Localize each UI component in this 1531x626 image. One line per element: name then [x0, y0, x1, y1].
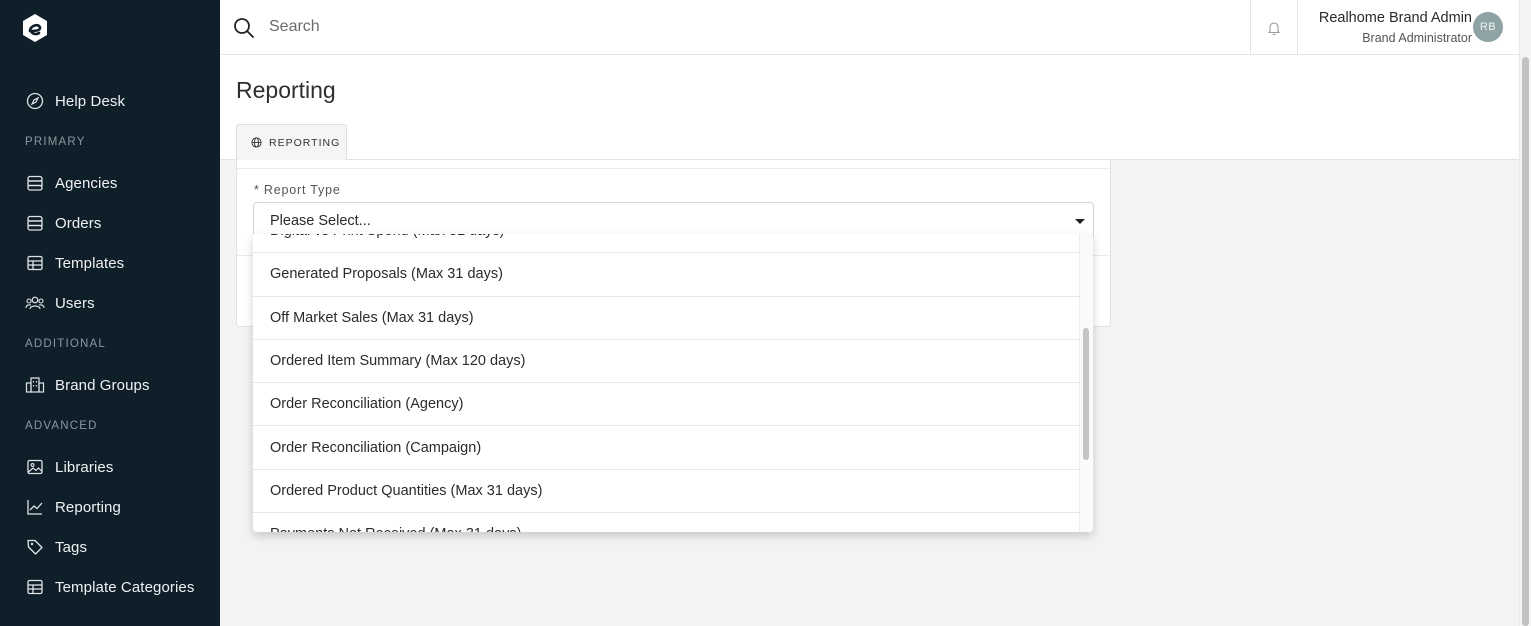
- user-name: Realhome Brand Admin: [1318, 10, 1472, 26]
- notifications-button[interactable]: [1250, 0, 1298, 55]
- sidebar-item-templates[interactable]: Templates: [0, 243, 220, 283]
- caret-down-icon: [1075, 219, 1085, 224]
- sidebar-item-label: Templates: [55, 254, 125, 272]
- sidebar-item-brand-groups[interactable]: Brand Groups: [0, 365, 220, 405]
- dropdown-option[interactable]: Ordered Item Summary (Max 120 days): [253, 340, 1079, 384]
- dropdown-option[interactable]: Ordered Product Quantities (Max 31 days): [253, 470, 1079, 514]
- divider: [237, 168, 1110, 169]
- tab-label: REPORTING: [269, 136, 341, 149]
- sidebar-item-label: Template Categories: [55, 578, 195, 596]
- sidebar-item-reporting[interactable]: Reporting: [0, 487, 220, 527]
- dropdown-option[interactable]: Order Reconciliation (Campaign): [253, 426, 1079, 470]
- dropdown-option[interactable]: Order Reconciliation (Agency): [253, 383, 1079, 427]
- sidebar-item-users[interactable]: Users: [0, 283, 220, 323]
- brand-logo[interactable]: [20, 13, 50, 43]
- globe-icon: [251, 137, 262, 148]
- table-icon: [25, 253, 45, 273]
- section-label-primary: PRIMARY: [25, 136, 86, 148]
- database-icon: [25, 173, 45, 193]
- dropdown-option[interactable]: Payments Not Received (Max 31 days): [253, 513, 1079, 532]
- tag-icon: [25, 537, 45, 557]
- buildings-icon: [25, 375, 45, 395]
- user-role: Brand Administrator: [1362, 31, 1472, 45]
- section-label-advanced: ADVANCED: [25, 420, 98, 432]
- sidebar-item-label: Libraries: [55, 458, 114, 476]
- search-icon: [234, 18, 254, 38]
- sidebar-item-tags[interactable]: Tags: [0, 527, 220, 567]
- select-value: Please Select...: [270, 213, 371, 229]
- dropdown-option[interactable]: Generated Proposals (Max 31 days): [253, 253, 1079, 297]
- page-scrollbar-thumb[interactable]: [1522, 57, 1529, 626]
- report-type-label: * Report Type: [254, 183, 341, 197]
- page-title: Reporting: [236, 77, 336, 103]
- tab-reporting[interactable]: REPORTING: [236, 124, 347, 160]
- avatar[interactable]: RB: [1473, 12, 1503, 42]
- table-icon: [25, 577, 45, 597]
- sidebar-item-label: Tags: [55, 538, 88, 556]
- sidebar-item-template-categories[interactable]: Template Categories: [0, 567, 220, 607]
- sidebar-item-label: Agencies: [55, 174, 118, 192]
- search-input[interactable]: [269, 12, 1169, 42]
- chart-line-icon: [25, 497, 45, 517]
- dropdown-scrollbar-thumb[interactable]: [1083, 328, 1089, 460]
- users-icon: [25, 293, 45, 313]
- page-header: Reporting REPORTING: [220, 55, 1519, 160]
- database-icon: [25, 213, 45, 233]
- report-type-dropdown: Digital vs Print Spend (Max 31 days) Gen…: [253, 234, 1093, 532]
- sidebar-item-label: Reporting: [55, 498, 121, 516]
- dropdown-option[interactable]: Off Market Sales (Max 31 days): [253, 297, 1079, 340]
- sidebar-item-orders[interactable]: Orders: [0, 203, 220, 243]
- sidebar-item-label: Orders: [55, 214, 102, 232]
- sidebar-item-agencies[interactable]: Agencies: [0, 163, 220, 203]
- sidebar-item-help-desk[interactable]: Help Desk: [0, 81, 220, 121]
- sidebar-item-label: Users: [55, 294, 95, 312]
- dropdown-option[interactable]: Digital vs Print Spend (Max 31 days): [253, 234, 1079, 254]
- image-icon: [25, 457, 45, 477]
- sidebar-item-label: Brand Groups: [55, 376, 150, 394]
- sidebar-item-label: Help Desk: [55, 92, 126, 110]
- bell-icon: [1268, 21, 1280, 35]
- sidebar: Help Desk PRIMARY Agencies Orders Templa…: [0, 0, 220, 626]
- top-bar: Realhome Brand Admin Brand Administrator…: [220, 0, 1519, 55]
- sidebar-item-libraries[interactable]: Libraries: [0, 447, 220, 487]
- compass-icon: [25, 91, 45, 111]
- section-label-additional: ADDITIONAL: [25, 338, 107, 350]
